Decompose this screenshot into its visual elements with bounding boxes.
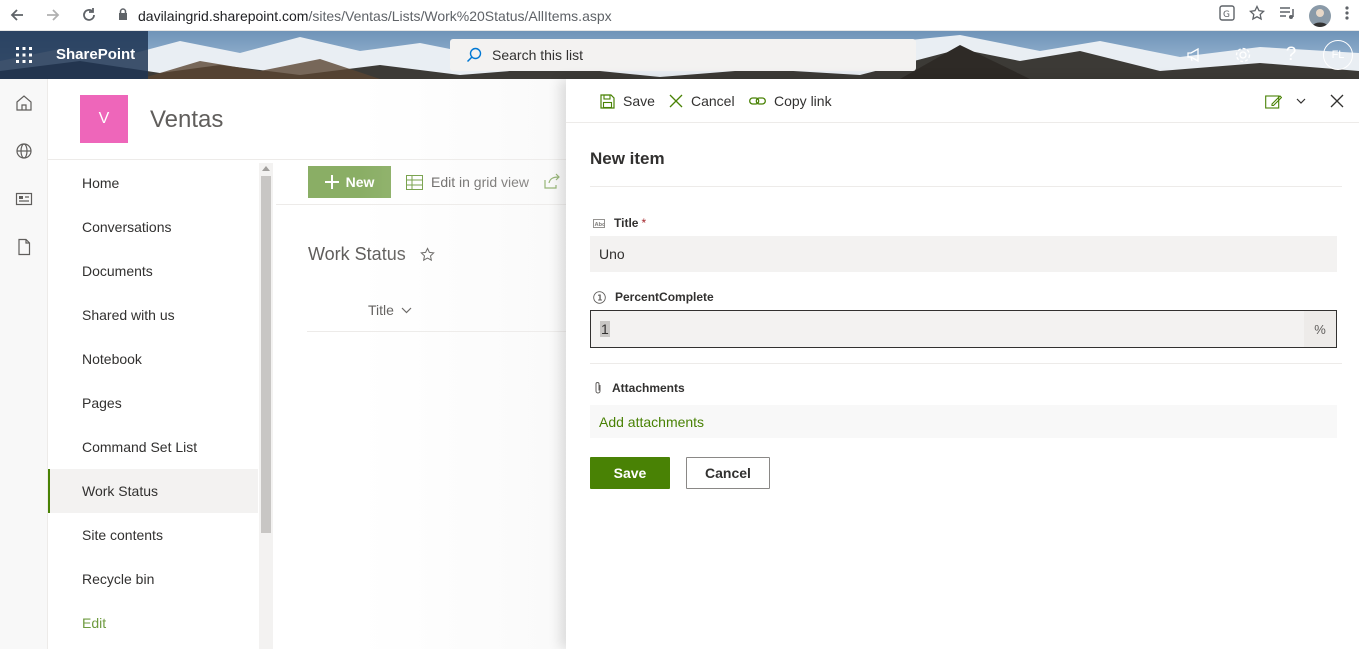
translate-icon[interactable]: G (1219, 5, 1235, 26)
column-header-title-label: Title (368, 302, 394, 318)
user-avatar[interactable]: FL (1323, 40, 1353, 70)
save-icon (600, 93, 615, 109)
list-title: Work Status (308, 244, 406, 264)
suite-bar: SharePoint Search this list ? FL (0, 31, 1359, 79)
text-field-icon: Abc (593, 218, 605, 228)
panel-heading: New item (590, 149, 665, 168)
new-button-label: New (345, 174, 375, 190)
site-title[interactable]: Ventas (150, 106, 223, 134)
paperclip-icon (593, 381, 603, 395)
column-header-divider (307, 331, 569, 332)
close-x-icon (669, 94, 683, 108)
kebab-menu-icon[interactable] (1345, 5, 1349, 26)
grid-icon (406, 174, 423, 190)
percent-complete-input[interactable]: 1 % (590, 310, 1337, 348)
bookmark-star-icon[interactable] (1248, 4, 1266, 26)
browser-toolbar: davilaingrid.sharepoint.com/sites/Ventas… (0, 0, 1359, 31)
edit-grid-view-label: Edit in grid view (431, 174, 530, 190)
gear-icon[interactable] (1219, 31, 1267, 79)
app-launcher-icon[interactable] (0, 31, 48, 79)
forward-icon[interactable] (43, 5, 63, 25)
command-bar-divider (276, 204, 568, 205)
title-label-text: Title (614, 216, 639, 230)
cancel-button[interactable]: Cancel (686, 457, 770, 489)
heading-divider (590, 186, 1342, 187)
nav-item-home[interactable]: Home (48, 161, 258, 205)
header-divider (48, 159, 568, 160)
news-icon[interactable] (0, 175, 48, 223)
nav-item-site-contents[interactable]: Site contents (48, 513, 258, 557)
svg-text:1: 1 (597, 293, 602, 302)
nav-edit-link[interactable]: Edit (48, 601, 258, 645)
sharepoint-brand[interactable]: SharePoint (56, 31, 135, 79)
nav-item-conversations[interactable]: Conversations (48, 205, 258, 249)
field-divider (590, 363, 1342, 364)
url-path: /sites/Ventas/Lists/Work%20Status/AllIte… (308, 8, 612, 24)
copy-link-command[interactable]: Copy link (749, 79, 832, 123)
percent-value: 1 (600, 321, 610, 337)
svg-text:G: G (1223, 10, 1230, 20)
list-title-row: Work Status (308, 244, 435, 265)
favorite-star-icon[interactable] (419, 247, 435, 262)
site-logo-letter: V (98, 110, 110, 127)
chevron-down-icon (401, 307, 412, 314)
edit-grid-view-button[interactable]: Edit in grid view (406, 166, 529, 198)
panel-cancel-command[interactable]: Cancel (669, 79, 735, 123)
edit-form-icon[interactable] (1259, 94, 1287, 109)
search-icon (466, 47, 482, 63)
title-field-label: Abc Title * (593, 216, 646, 230)
panel-cancel-label: Cancel (691, 93, 735, 109)
copy-link-label: Copy link (774, 93, 832, 109)
required-marker: * (641, 216, 647, 230)
number-field-icon: 1 (593, 290, 606, 304)
nav-item-recycle-bin[interactable]: Recycle bin (48, 557, 258, 601)
reload-icon[interactable] (79, 5, 99, 25)
panel-save-label: Save (623, 93, 655, 109)
svg-text:Abc: Abc (595, 221, 605, 227)
attachments-field-label: Attachments (593, 381, 685, 395)
percent-field-label: 1 PercentComplete (593, 290, 714, 304)
nav-item-notebook[interactable]: Notebook (48, 337, 258, 381)
back-icon[interactable] (7, 5, 27, 25)
new-button[interactable]: New (308, 166, 391, 198)
title-input[interactable]: Uno (590, 236, 1337, 272)
lock-icon (118, 8, 128, 24)
chevron-down-icon[interactable] (1287, 98, 1315, 104)
add-attachments-link[interactable]: Add attachments (590, 405, 1337, 438)
percent-suffix: % (1304, 311, 1336, 347)
address-bar[interactable]: davilaingrid.sharepoint.com/sites/Ventas… (112, 5, 612, 27)
left-navigation: Home Conversations Documents Shared with… (48, 161, 258, 649)
nav-item-work-status[interactable]: Work Status (48, 469, 258, 513)
plus-icon (324, 175, 339, 189)
globe-icon[interactable] (0, 127, 48, 175)
column-header-title[interactable]: Title (368, 302, 412, 318)
scroll-up-arrow-icon[interactable] (262, 166, 270, 171)
nav-item-shared-with-us[interactable]: Shared with us (48, 293, 258, 337)
home-icon[interactable] (0, 79, 48, 127)
save-button[interactable]: Save (590, 457, 670, 489)
search-box[interactable]: Search this list (450, 39, 916, 71)
url-host: davilaingrid.sharepoint.com (138, 8, 309, 24)
new-item-panel: Save Cancel Copy link New item Abc Title… (566, 79, 1359, 649)
panel-save-command[interactable]: Save (600, 79, 655, 123)
share-icon[interactable] (544, 173, 561, 194)
nav-item-command-set-list[interactable]: Command Set List (48, 425, 258, 469)
close-panel-icon[interactable] (1315, 94, 1359, 108)
nav-item-pages[interactable]: Pages (48, 381, 258, 425)
nav-scrollbar-thumb[interactable] (261, 176, 271, 533)
help-icon[interactable]: ? (1267, 31, 1315, 79)
link-icon (749, 95, 766, 107)
media-icon[interactable] (1279, 5, 1295, 26)
megaphone-icon[interactable] (1171, 31, 1219, 79)
percent-label-text: PercentComplete (615, 290, 714, 304)
attachments-label-text: Attachments (612, 381, 685, 395)
document-icon[interactable] (0, 223, 48, 271)
panel-command-bar: Save Cancel Copy link (566, 79, 1359, 123)
app-bar (0, 79, 48, 649)
search-placeholder: Search this list (492, 47, 584, 63)
nav-item-documents[interactable]: Documents (48, 249, 258, 293)
profile-avatar-icon[interactable] (1309, 4, 1331, 27)
